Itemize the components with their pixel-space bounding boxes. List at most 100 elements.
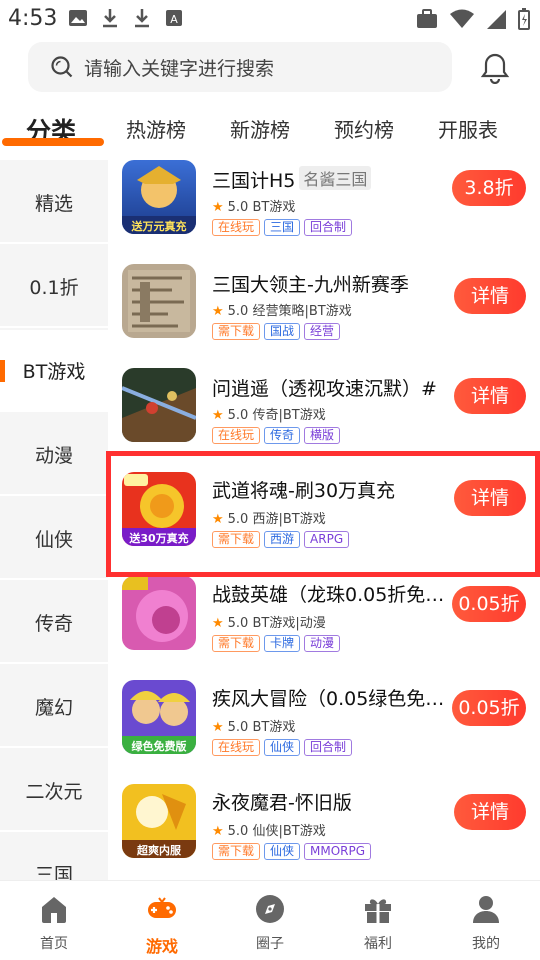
sidebar-item-acg[interactable]: 二次元 bbox=[0, 750, 108, 832]
tag: MMORPG bbox=[304, 843, 372, 860]
wifi-icon bbox=[450, 9, 474, 28]
icon-promo-text: 超爽内服 bbox=[136, 843, 182, 857]
game-name: 疾风大冒险（0.05绿色免… bbox=[212, 688, 445, 710]
game-item[interactable]: 三国大领主-九州新赛季 ★ 5.0 经营策略|BT游戏 需下载 国战 经营 详情 bbox=[108, 264, 540, 368]
star-icon: ★ bbox=[212, 720, 224, 735]
star-icon: ★ bbox=[212, 512, 224, 527]
status-time: 4:53 bbox=[8, 6, 58, 31]
game-item[interactable]: 绿色免费版 疾风大冒险（0.05绿色免… ★ 5.0 BT游戏 在线玩 仙侠 回合… bbox=[108, 680, 540, 784]
compass-icon bbox=[256, 895, 284, 923]
game-item[interactable]: 超爽内服 永夜魔君-怀旧版 ★ 5.0 仙侠|BT游戏 需下载 仙侠 MMORPG… bbox=[108, 784, 540, 880]
game-item[interactable]: 战鼓英雄（龙珠0.05折免… ★ 5.0 BT游戏|动漫 需下载 卡牌 动漫 0.… bbox=[108, 576, 540, 680]
tab-new-games[interactable]: 新游榜 bbox=[230, 114, 290, 143]
game-tags: 需下载 国战 经营 bbox=[212, 323, 341, 340]
game-icon[interactable] bbox=[122, 368, 196, 442]
game-meta: ★ 5.0 仙侠|BT游戏 bbox=[212, 820, 326, 839]
signal-icon bbox=[487, 10, 506, 29]
discount-button[interactable]: 0.05折 bbox=[452, 586, 526, 622]
tag: 需下载 bbox=[212, 635, 261, 652]
details-button[interactable]: 详情 bbox=[454, 480, 526, 516]
top-tabs: 分类 热游榜 新游榜 预约榜 开服表 bbox=[0, 104, 540, 156]
game-icon[interactable]: 送30万真充 bbox=[122, 472, 196, 546]
game-icon[interactable] bbox=[122, 264, 196, 338]
bottom-nav: 首页 游戏 圈子 福利 我的 bbox=[0, 880, 540, 960]
tab-hot-games[interactable]: 热游榜 bbox=[126, 114, 186, 143]
nav-community[interactable]: 圈子 bbox=[230, 893, 310, 953]
game-rating: 5.0 bbox=[227, 408, 249, 423]
sidebar-item-bt-games[interactable]: BT游戏 bbox=[0, 330, 108, 412]
user-icon bbox=[473, 896, 499, 923]
game-meta: ★ 5.0 经营策略|BT游戏 bbox=[212, 300, 352, 319]
image-notification-icon bbox=[69, 10, 87, 26]
game-title: 三国计H5 名酱三国 bbox=[212, 166, 448, 193]
game-tags: 在线玩 仙侠 回合制 bbox=[212, 739, 353, 756]
nav-home[interactable]: 首页 bbox=[14, 893, 94, 953]
nav-welfare[interactable]: 福利 bbox=[338, 893, 418, 953]
tag: 经营 bbox=[304, 323, 341, 340]
bell-icon[interactable] bbox=[480, 52, 510, 84]
game-category: 仙侠|BT游戏 bbox=[252, 824, 326, 839]
active-tab-indicator bbox=[2, 138, 104, 146]
nav-profile[interactable]: 我的 bbox=[446, 893, 526, 953]
tag: 仙侠 bbox=[264, 739, 301, 756]
star-icon: ★ bbox=[212, 200, 224, 215]
game-meta: ★ 5.0 BT游戏 bbox=[212, 716, 295, 735]
details-button[interactable]: 详情 bbox=[454, 378, 526, 414]
sidebar-item-fantasy[interactable]: 魔幻 bbox=[0, 666, 108, 748]
game-category: BT游戏 bbox=[252, 720, 296, 735]
tab-reservations[interactable]: 预约榜 bbox=[334, 114, 394, 143]
tag: 动漫 bbox=[304, 635, 341, 652]
tag: 仙侠 bbox=[264, 843, 301, 860]
nav-games[interactable]: 游戏 bbox=[122, 893, 202, 957]
game-icon[interactable]: 超爽内服 bbox=[122, 784, 196, 858]
icon-promo-text: 送30万真充 bbox=[128, 531, 188, 545]
sidebar-item-three-kingdoms[interactable]: 三国 bbox=[0, 834, 108, 880]
tag: 需下载 bbox=[212, 323, 261, 340]
details-button[interactable]: 详情 bbox=[454, 794, 526, 830]
star-icon: ★ bbox=[212, 824, 224, 839]
sidebar-item-xianxia[interactable]: 仙侠 bbox=[0, 498, 108, 580]
game-meta: ★ 5.0 BT游戏|动漫 bbox=[212, 612, 326, 631]
tag: 国战 bbox=[264, 323, 301, 340]
sidebar-item-featured[interactable]: 精选 bbox=[0, 162, 108, 244]
game-category: 经营策略|BT游戏 bbox=[252, 304, 352, 319]
tab-server-schedule[interactable]: 开服表 bbox=[438, 114, 498, 143]
game-meta: ★ 5.0 西游|BT游戏 bbox=[212, 508, 326, 527]
sidebar-item-discount[interactable]: 0.1折 bbox=[0, 246, 108, 328]
game-icon[interactable]: 送万元真充 bbox=[122, 160, 196, 234]
tag: 需下载 bbox=[212, 843, 261, 860]
home-icon bbox=[42, 897, 66, 923]
app-notification-icon: A bbox=[166, 10, 182, 26]
details-button[interactable]: 详情 bbox=[454, 278, 526, 314]
game-item[interactable]: 送万元真充 三国计H5 名酱三国 ★ 5.0 BT游戏 在线玩 三国 回合制 3.8… bbox=[108, 160, 540, 264]
game-icon[interactable]: 绿色免费版 bbox=[122, 680, 196, 754]
nav-label: 首页 bbox=[40, 936, 68, 952]
tag: 在线玩 bbox=[212, 739, 261, 756]
sidebar-item-anime[interactable]: 动漫 bbox=[0, 414, 108, 496]
discount-button[interactable]: 0.05折 bbox=[452, 690, 526, 726]
game-tags: 在线玩 三国 回合制 bbox=[212, 219, 353, 236]
sidebar-item-legend[interactable]: 传奇 bbox=[0, 582, 108, 664]
game-alias: 名酱三国 bbox=[299, 166, 372, 190]
tag: 在线玩 bbox=[212, 427, 261, 444]
game-tags: 需下载 西游 ARPG bbox=[212, 531, 350, 548]
status-bar: 4:53 A bbox=[0, 0, 540, 36]
game-icon[interactable] bbox=[122, 576, 196, 650]
game-name: 永夜魔君-怀旧版 bbox=[212, 792, 352, 814]
discount-button[interactable]: 3.8折 bbox=[452, 170, 526, 206]
search-placeholder: 请输入关键字进行搜索 bbox=[84, 58, 275, 80]
game-list: 送万元真充 三国计H5 名酱三国 ★ 5.0 BT游戏 在线玩 三国 回合制 3.8… bbox=[108, 160, 540, 880]
star-icon: ★ bbox=[212, 408, 224, 423]
tag: 回合制 bbox=[304, 219, 353, 236]
game-category: BT游戏|动漫 bbox=[252, 616, 326, 631]
game-item[interactable]: 问逍遥（透视攻速沉默）# ★ 5.0 传奇|BT游戏 在线玩 传奇 横版 详情 bbox=[108, 368, 540, 472]
tag: 在线玩 bbox=[212, 219, 261, 236]
search-bar[interactable]: 请输入关键字进行搜索 bbox=[28, 42, 452, 92]
game-item[interactable]: 送30万真充 武道将魂-刷30万真充 ★ 5.0 西游|BT游戏 需下载 西游 A… bbox=[108, 472, 540, 576]
category-sidebar: 精选 0.1折 BT游戏 动漫 仙侠 传奇 魔幻 二次元 三国 bbox=[0, 160, 108, 880]
tag: 回合制 bbox=[304, 739, 353, 756]
game-rating: 5.0 bbox=[227, 720, 249, 735]
game-tags: 需下载 卡牌 动漫 bbox=[212, 635, 341, 652]
notification-icons: A bbox=[68, 8, 184, 28]
battery-icon bbox=[518, 8, 530, 30]
